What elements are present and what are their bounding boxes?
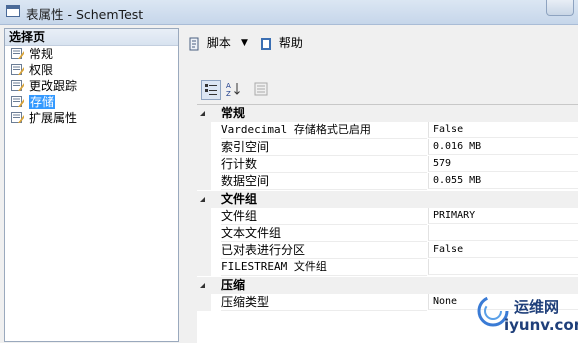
page-item-storage[interactable]: 存储 — [5, 94, 178, 110]
property-pages-icon — [254, 82, 268, 96]
window-icon — [6, 5, 20, 17]
property-name: Vardecimal 存储格式已启用 — [221, 122, 427, 139]
property-row[interactable]: 文本文件组 — [197, 225, 578, 242]
page-item-label: 更改跟踪 — [29, 79, 78, 93]
property-name: 索引空间 — [221, 139, 427, 156]
property-value[interactable]: 0.016 MB — [428, 139, 578, 155]
page-item-permissions[interactable]: 权限 — [5, 62, 178, 78]
page-icon — [11, 80, 24, 91]
page-item-label: 存储 — [29, 95, 56, 109]
row-gutter — [197, 208, 211, 225]
help-button[interactable]: 帮助 — [259, 33, 303, 53]
script-dropdown-arrow[interactable]: ▼ — [241, 33, 248, 53]
property-name: 数据空间 — [221, 173, 427, 190]
row-gutter — [197, 139, 211, 156]
property-name: 行计数 — [221, 156, 427, 173]
page-item-extended-properties[interactable]: 扩展属性 — [5, 110, 178, 126]
row-gutter — [197, 225, 211, 242]
collapse-icon[interactable] — [199, 110, 206, 117]
property-row[interactable]: Vardecimal 存储格式已启用 False — [197, 122, 578, 139]
property-value[interactable]: PRIMARY — [428, 208, 578, 224]
row-gutter — [197, 173, 211, 190]
collapse-icon[interactable] — [199, 282, 206, 289]
property-row[interactable]: 行计数 579 — [197, 156, 578, 173]
row-gutter — [197, 259, 211, 276]
property-name: 压缩类型 — [221, 294, 427, 311]
row-gutter — [197, 122, 211, 139]
select-page-header: 选择页 — [5, 29, 178, 46]
property-row[interactable]: 已对表进行分区 False — [197, 242, 578, 259]
property-name: 文本文件组 — [221, 225, 427, 242]
watermark: 运维网 iyunv.com — [472, 292, 578, 342]
script-button[interactable]: 脚本 — [187, 33, 231, 53]
property-value[interactable]: 0.055 MB — [428, 173, 578, 189]
property-row[interactable]: 索引空间 0.016 MB — [197, 139, 578, 156]
title-bar: 表属性 - SchemTest — [0, 0, 578, 25]
category-filegroup[interactable]: 文件组 — [197, 191, 578, 208]
page-icon — [11, 112, 24, 123]
categorized-icon — [205, 84, 217, 95]
help-label: 帮助 — [278, 36, 303, 50]
row-gutter — [197, 242, 211, 259]
property-value[interactable]: False — [428, 122, 578, 138]
collapse-icon[interactable] — [199, 196, 206, 203]
select-page-pane: 选择页 常规 权限 更改跟踪 存储 扩展属性 — [4, 28, 179, 342]
svg-text:Z: Z — [226, 90, 231, 97]
property-value[interactable] — [428, 225, 578, 241]
sort-az-icon: AZ — [226, 82, 240, 98]
alphabetical-button[interactable]: AZ — [223, 80, 243, 100]
property-name: 文件组 — [221, 208, 427, 225]
category-label: 常规 — [221, 106, 246, 120]
page-item-general[interactable]: 常规 — [5, 46, 178, 62]
page-item-label: 权限 — [29, 63, 54, 77]
property-value[interactable]: False — [428, 242, 578, 258]
page-item-change-tracking[interactable]: 更改跟踪 — [5, 78, 178, 94]
property-pages-button[interactable] — [251, 80, 271, 100]
page-icon — [11, 64, 24, 75]
row-gutter — [197, 294, 211, 311]
svg-text:A: A — [226, 82, 231, 90]
page-list: 常规 权限 更改跟踪 存储 扩展属性 — [5, 46, 178, 126]
page-item-label: 常规 — [29, 47, 54, 61]
property-value[interactable]: 579 — [428, 156, 578, 172]
property-value[interactable] — [428, 259, 578, 275]
page-icon — [11, 96, 24, 107]
categorized-button[interactable] — [201, 80, 221, 100]
row-gutter — [197, 156, 211, 173]
page-item-label: 扩展属性 — [29, 111, 78, 125]
property-row[interactable]: FILESTREAM 文件组 — [197, 259, 578, 276]
property-row[interactable]: 文件组 PRIMARY — [197, 208, 578, 225]
script-label: 脚本 — [206, 36, 231, 50]
help-icon — [261, 37, 271, 50]
property-name: FILESTREAM 文件组 — [221, 259, 427, 276]
script-icon — [189, 37, 199, 50]
category-label: 压缩 — [221, 278, 246, 292]
watermark-url: iyunv.com — [504, 316, 578, 334]
page-icon — [11, 48, 24, 59]
category-label: 文件组 — [221, 192, 258, 206]
window-title: 表属性 - SchemTest — [26, 7, 144, 22]
property-row[interactable]: 数据空间 0.055 MB — [197, 173, 578, 190]
close-button[interactable] — [546, 0, 574, 16]
property-name: 已对表进行分区 — [221, 242, 427, 259]
category-general[interactable]: 常规 — [197, 105, 578, 122]
watermark-text: 运维网 — [514, 298, 560, 316]
